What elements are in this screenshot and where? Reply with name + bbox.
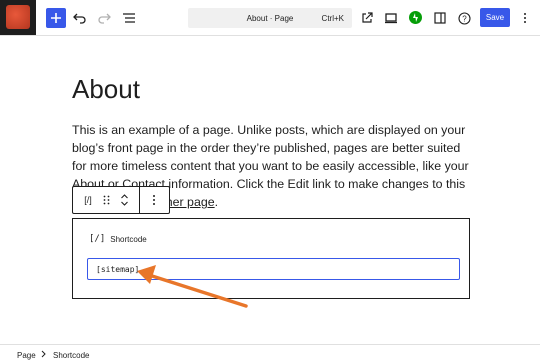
editor-canvas: About This is an example of a page. Unli… [0,36,540,344]
breadcrumb-shortcode: Shortcode [53,351,90,360]
options-button[interactable] [515,8,535,28]
breadcrumb-page[interactable]: Page [17,351,36,360]
settings-sidebar-toggle[interactable] [430,8,450,28]
shortcut-hint: Ctrl+K [321,14,344,23]
command-palette-bar[interactable]: About · Page Ctrl+K [188,8,352,28]
shortcode-input[interactable] [87,258,460,280]
save-button[interactable]: Save [480,8,510,27]
move-up-down-buttons[interactable] [117,192,131,208]
help-icon: ? [457,11,471,25]
site-logo [6,5,30,29]
more-vertical-icon [153,195,155,205]
list-view-icon [123,13,135,23]
shortcode-icon: [/] [89,234,106,244]
view-page-button[interactable] [357,8,377,28]
add-block-button[interactable] [46,8,66,28]
paragraph-end: . [214,195,219,209]
toolbar-divider [139,187,140,213]
sidebar-icon [434,12,446,24]
external-link-icon [362,12,373,23]
redo-button[interactable] [94,8,114,28]
chevron-up-down-icon [120,194,128,206]
editor-header: About · Page Ctrl+K ? Save [0,0,540,36]
block-type-button[interactable]: [/] [79,192,97,208]
document-overview-button[interactable] [119,8,139,28]
desktop-icon [385,13,397,24]
shortcode-block-label: [/] Shortcode [89,234,147,244]
jetpack-button[interactable] [409,11,422,24]
plus-icon [51,13,61,23]
preview-button[interactable] [381,8,401,28]
page-title[interactable]: About [72,74,140,105]
drag-handle[interactable] [99,192,113,208]
more-vertical-icon [524,13,526,23]
block-toolbar: [/] [72,186,170,214]
site-icon-button[interactable] [0,0,36,35]
undo-icon [73,13,86,24]
jetpack-icon [413,13,418,22]
block-options-button[interactable] [147,192,161,208]
svg-text:?: ? [462,14,467,23]
undo-button[interactable] [70,8,90,28]
shortcode-icon: [/] [84,195,92,205]
redo-icon [98,13,111,24]
drag-handle-icon [103,195,109,205]
shortcode-label-text: Shortcode [110,234,147,244]
chevron-right-icon [41,350,46,360]
block-breadcrumb: Page Shortcode [0,344,540,364]
help-button[interactable]: ? [454,8,474,28]
shortcode-block[interactable]: [/] Shortcode [72,218,470,299]
